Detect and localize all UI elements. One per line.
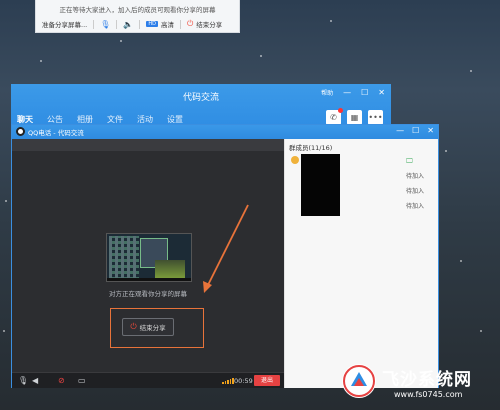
site-watermark: 飞沙系统网 www.fs0745.com [336,360,496,406]
watermark-logo [342,364,376,398]
annotation-arrow [203,204,249,293]
watermark-site-name: 飞沙系统网 [382,370,472,390]
watermark-url: www.fs0745.com [394,390,463,399]
